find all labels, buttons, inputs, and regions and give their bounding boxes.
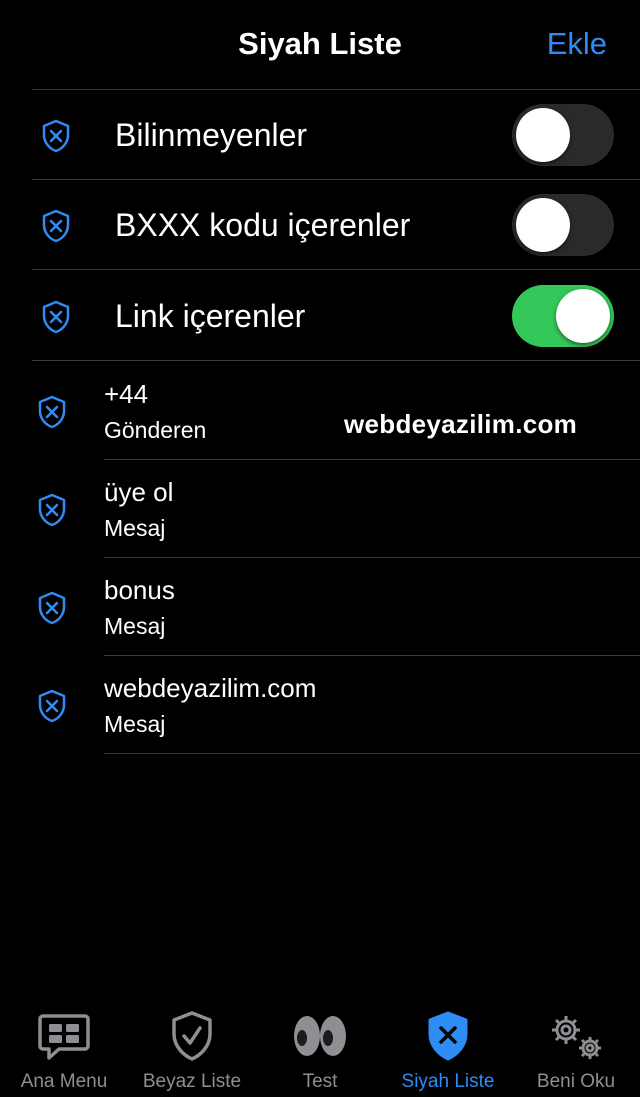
watermark: webdeyazilim.com — [344, 409, 578, 439]
shield-x-icon — [42, 300, 70, 334]
tab-beyaz-liste[interactable]: Beyaz Liste — [128, 1000, 256, 1097]
toggle-row-unknown: Bilinmeyenler — [32, 90, 640, 180]
eyes-icon — [294, 1016, 346, 1056]
row-divider — [104, 753, 640, 754]
nav-bar: Siyah Liste Ekle — [0, 0, 640, 90]
shield-x-icon — [42, 119, 70, 153]
shield-x-icon — [428, 1011, 468, 1061]
row-divider — [32, 360, 640, 361]
unknown-senders-switch[interactable] — [512, 104, 614, 166]
gears-icon — [552, 1016, 601, 1059]
toggle-row-bxxx: BXXX kodu içerenler — [32, 180, 640, 270]
switch-knob — [516, 198, 570, 252]
toggle-label: Bilinmeyenler — [115, 117, 308, 153]
toggle-label: BXXX kodu içerenler — [115, 207, 411, 243]
entry-title: webdeyazilim.com — [104, 673, 317, 703]
entry-title: üye ol — [104, 477, 174, 507]
page-title: Siyah Liste — [238, 26, 402, 61]
bxxx-code-switch[interactable] — [512, 194, 614, 256]
tab-test[interactable]: Test — [256, 1000, 384, 1097]
tab-label: Test — [302, 1071, 338, 1092]
add-button[interactable]: Ekle — [547, 26, 607, 62]
tab-bar: Ana Menu Beyaz Liste Test Siyah Liste Be… — [0, 1000, 640, 1097]
links-switch[interactable] — [512, 285, 614, 347]
shield-x-icon — [38, 689, 66, 723]
tab-label: Beyaz Liste — [142, 1071, 242, 1092]
entry-subtitle: Mesaj — [104, 515, 166, 541]
tab-ana-menu[interactable]: Ana Menu — [0, 1000, 128, 1097]
tab-siyah-liste[interactable]: Siyah Liste — [384, 1000, 512, 1097]
entry-subtitle: Gönderen — [104, 417, 207, 443]
tab-label: Ana Menu — [20, 1071, 108, 1092]
screen: Siyah Liste Ekle Bilinmeyenler BXXX kodu… — [0, 0, 640, 1097]
toggle-row-links: Link içerenler — [32, 271, 640, 361]
list-item[interactable]: üye ol Mesaj — [0, 460, 640, 558]
switch-knob — [516, 108, 570, 162]
shield-x-icon — [42, 209, 70, 243]
switch-knob — [556, 289, 610, 343]
shield-x-icon — [38, 591, 66, 625]
entry-subtitle: Mesaj — [104, 711, 166, 737]
shield-x-icon — [38, 395, 66, 429]
entry-subtitle: Mesaj — [104, 613, 166, 639]
list-item[interactable]: bonus Mesaj — [0, 558, 640, 656]
chat-bubble-icon — [38, 1014, 90, 1060]
shield-x-icon — [38, 493, 66, 527]
toggle-label: Link içerenler — [115, 298, 306, 334]
shield-check-icon — [172, 1011, 212, 1061]
tab-label: Siyah Liste — [401, 1071, 495, 1092]
tab-label: Beni Oku — [536, 1071, 616, 1092]
list-item[interactable]: webdeyazilim.com Mesaj — [0, 656, 640, 754]
entry-title: +44 — [104, 379, 149, 409]
entry-title: bonus — [104, 575, 175, 605]
row-divider — [32, 269, 640, 270]
tab-beni-oku[interactable]: Beni Oku — [512, 1000, 640, 1097]
